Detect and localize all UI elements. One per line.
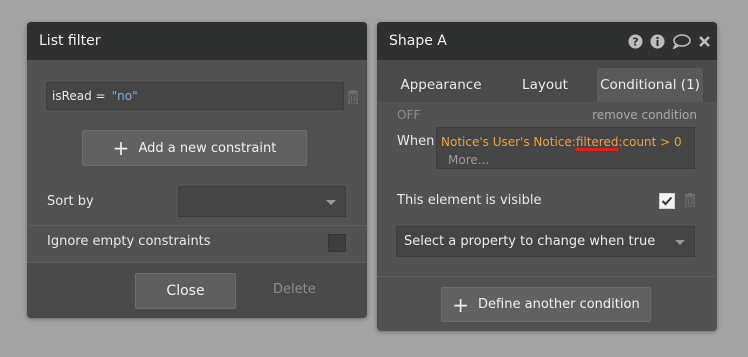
plus-icon: + — [452, 292, 470, 317]
trash-icon[interactable] — [347, 90, 359, 104]
ignore-empty-checkbox[interactable] — [328, 234, 346, 252]
tab-appearance[interactable]: Appearance — [391, 68, 491, 102]
visible-label: This element is visible — [397, 193, 542, 208]
add-constraint-button[interactable]: + Add a new constraint — [82, 130, 307, 166]
expression-filtered-operator[interactable]: filtered — [576, 135, 619, 149]
info-icon[interactable] — [650, 34, 665, 49]
constraint-row[interactable]: isRead = "no" — [46, 82, 344, 110]
constraint-field: isRead = — [52, 89, 106, 103]
off-label: OFF — [397, 108, 421, 122]
more-link[interactable]: More... — [448, 153, 489, 167]
property-dropdown[interactable]: Select a property to change when true — [396, 226, 695, 257]
expression-part: Notice's User's Notice: — [441, 135, 576, 149]
divider — [377, 276, 717, 277]
ignore-empty-label: Ignore empty constraints — [47, 234, 211, 249]
shape-a-panel: Shape A ? Appearance Layout Conditional … — [377, 22, 717, 331]
list-filter-header: List filter — [27, 22, 367, 60]
define-condition-button[interactable]: + Define another condition — [441, 287, 651, 322]
when-expression[interactable]: Notice's User's Notice:filtered:count > … — [441, 135, 682, 149]
svg-text:?: ? — [632, 35, 638, 48]
divider — [27, 225, 367, 226]
list-filter-title: List filter — [39, 33, 101, 49]
when-label: When — [397, 134, 435, 149]
sort-by-dropdown[interactable] — [178, 186, 346, 217]
tab-bar: Appearance Layout Conditional (1) — [377, 60, 717, 102]
checkmark-icon — [661, 196, 673, 206]
sort-by-label: Sort by — [47, 194, 94, 209]
add-constraint-label: Add a new constraint — [138, 140, 277, 156]
expression-part: :count > 0 — [618, 135, 682, 149]
close-label: Close — [166, 283, 205, 299]
constraint-value: "no" — [111, 89, 138, 103]
tab-layout[interactable]: Layout — [507, 68, 583, 102]
chevron-down-icon — [675, 239, 685, 245]
plus-icon: + — [112, 136, 130, 160]
trash-icon[interactable] — [684, 193, 696, 207]
close-button[interactable]: Close — [135, 273, 236, 309]
list-filter-footer: Close Delete — [27, 262, 367, 318]
visible-checkbox[interactable] — [659, 193, 675, 209]
help-icon[interactable]: ? — [628, 34, 643, 49]
when-expression-box[interactable]: Notice's User's Notice:filtered:count > … — [436, 127, 695, 169]
shape-a-title: Shape A — [389, 33, 447, 49]
close-icon[interactable] — [698, 35, 711, 48]
chevron-down-icon — [326, 199, 336, 205]
tab-conditional[interactable]: Conditional (1) — [597, 68, 703, 102]
property-placeholder: Select a property to change when true — [404, 234, 656, 249]
define-condition-label: Define another condition — [478, 297, 640, 312]
comment-icon[interactable] — [672, 33, 691, 49]
list-filter-panel: List filter isRead = "no" + Add a new co… — [27, 22, 367, 318]
delete-button[interactable]: Delete — [273, 282, 316, 297]
shape-a-header: Shape A ? — [377, 22, 717, 60]
remove-condition-link[interactable]: remove condition — [592, 108, 697, 122]
